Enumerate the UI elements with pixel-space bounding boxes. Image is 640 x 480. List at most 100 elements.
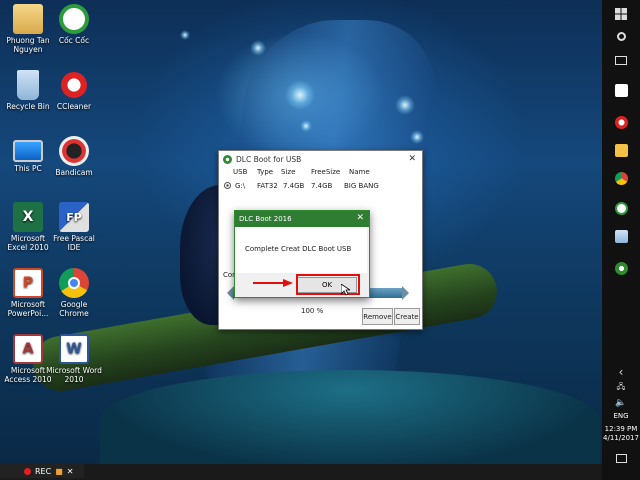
drive-row[interactable]: G:\ FAT32 7.4GB 7.4GB BIG BANG [219, 181, 419, 193]
folder-icon [614, 143, 628, 157]
bottom-strip: REC ■ ✕ [0, 464, 602, 480]
dlc-logo-icon [614, 261, 628, 275]
desktop-icon-word[interactable]: W Microsoft Word 2010 [46, 334, 102, 384]
dialog-close-button[interactable]: ✕ [356, 213, 364, 223]
ccleaner-icon [59, 70, 89, 100]
search-button[interactable] [611, 26, 631, 46]
record-dot-icon [24, 467, 31, 475]
windows-logo-icon [615, 8, 627, 20]
cortana-circle-icon [616, 31, 626, 41]
chrome-icon [59, 268, 89, 298]
desktop-icon-label: Free Pascal IDE [53, 234, 95, 252]
taskbar-app-dlc[interactable] [611, 258, 631, 278]
dlc-logo-icon [223, 155, 232, 164]
desktop-icon-label: Microsoft Access 2010 [4, 366, 52, 384]
desktop-icon-label: This PC [14, 164, 42, 173]
column-header-name: Name [349, 168, 370, 176]
wallpaper-glow [180, 30, 190, 40]
wallpaper-glow [285, 80, 315, 110]
drive-type: FAT32 [257, 182, 278, 190]
coccoc-browser-icon [614, 201, 628, 215]
wallpaper-glow [410, 130, 424, 144]
excel-icon: X [13, 202, 43, 232]
wallpaper-glow [250, 40, 266, 56]
drive-letter: G:\ [235, 182, 246, 190]
desktop-icon-label: Microsoft PowerPoi... [7, 300, 49, 318]
dialog-titlebar[interactable]: DLC Boot 2016 [235, 211, 369, 227]
access-icon: A [13, 334, 43, 364]
desktop-icon-label: Microsoft Word 2010 [46, 366, 102, 384]
wallpaper-ground [100, 370, 600, 464]
column-header-type: Type [257, 168, 274, 176]
language-indicator[interactable]: ENG [602, 412, 640, 421]
task-view-icon [615, 55, 627, 65]
powerpoint-icon: P [13, 268, 43, 298]
notification-icon [615, 453, 627, 463]
word-icon: W [59, 334, 89, 364]
desktop-icon-label: Google Chrome [59, 300, 89, 318]
ok-highlight-box [296, 274, 360, 295]
wallpaper-glow [395, 95, 415, 115]
column-header-freesize: FreeSize [311, 168, 341, 176]
window-titlebar[interactable]: DLC Boot for USB [219, 151, 422, 168]
recorder-label: REC [35, 466, 52, 476]
taskbar-app-generic[interactable] [611, 226, 631, 246]
desktop-icon-ccleaner[interactable]: CCleaner [46, 70, 102, 111]
coccoc-browser-icon [59, 4, 89, 34]
dialog-title: DLC Boot 2016 [239, 215, 292, 223]
window-title: DLC Boot for USB [236, 155, 302, 164]
camera-icon[interactable]: ■ [55, 467, 63, 476]
progress-arrow-right-icon [402, 286, 409, 300]
taskbar-app-chrome[interactable] [611, 168, 631, 188]
bandicam-icon [59, 136, 89, 166]
task-view-button[interactable] [611, 50, 631, 70]
drive-radio-button[interactable] [224, 182, 231, 189]
desktop-icon-label: Microsoft Excel 2010 [7, 234, 49, 252]
this-pc-icon [13, 140, 43, 162]
create-button[interactable]: Create [394, 308, 420, 325]
close-button[interactable]: ✕ [408, 154, 416, 164]
ccleaner-icon [614, 115, 628, 129]
column-header-size: Size [281, 168, 296, 176]
progress-percent: 100 % [301, 307, 324, 315]
chevron-left-icon: ‹ [618, 365, 624, 379]
clock-time[interactable]: 12:39 PM [602, 425, 640, 434]
taskbar-app-ccleaner[interactable] [611, 112, 631, 132]
drive-freesize: 7.4GB [311, 182, 333, 190]
volume-button[interactable]: 🔈 [611, 393, 631, 413]
action-center-button[interactable] [611, 448, 631, 468]
column-header-usb: USB [233, 168, 248, 176]
desktop-icon-label: Bandicam [55, 168, 93, 177]
desktop-icon-free-pascal[interactable]: FP Free Pascal IDE [46, 202, 102, 252]
drive-size: 7.4GB [283, 182, 305, 190]
store-icon [614, 83, 628, 97]
dialog-message: Complete Creat DLC Boot USB [245, 245, 352, 253]
desktop-icon-label: Recycle Bin [6, 102, 50, 111]
desktop-icon-bandicam[interactable]: Bandicam [46, 136, 102, 177]
start-button[interactable] [611, 4, 631, 24]
mouse-cursor-icon [341, 284, 350, 296]
taskbar: ‹ 🖧 🔈 ENG 12:39 PM 4/11/2017 [602, 0, 640, 480]
taskbar-app-coccoc[interactable] [611, 198, 631, 218]
app-window-icon [614, 229, 628, 243]
desktop-icon-coccoc[interactable]: Cốc Cốc [46, 4, 102, 45]
chrome-icon [614, 171, 628, 185]
wallpaper-glow [300, 120, 312, 132]
user-folder-icon [13, 4, 43, 34]
taskbar-app-explorer[interactable] [611, 140, 631, 160]
recorder-close-button[interactable]: ✕ [67, 467, 74, 476]
desktop-icon-label: Cốc Cốc [58, 36, 90, 45]
recycle-bin-icon [17, 70, 39, 100]
recorder-widget[interactable]: REC ■ ✕ [0, 464, 84, 478]
clock-date[interactable]: 4/11/2017 [602, 434, 640, 443]
free-pascal-icon: FP [59, 202, 89, 232]
desktop-icon-chrome[interactable]: Google Chrome [46, 268, 102, 318]
desktop-icon-label: Phuong Tan Nguyen [6, 36, 50, 54]
taskbar-app-store[interactable] [611, 80, 631, 100]
desktop-icon-label: CCleaner [56, 102, 92, 111]
red-arrow-icon [253, 279, 293, 287]
dialog-body: Complete Creat DLC Boot USB [235, 227, 367, 273]
drive-name: BIG BANG [344, 182, 379, 190]
remove-button[interactable]: Remove [362, 308, 393, 325]
speaker-icon: 🔈 [615, 398, 627, 408]
